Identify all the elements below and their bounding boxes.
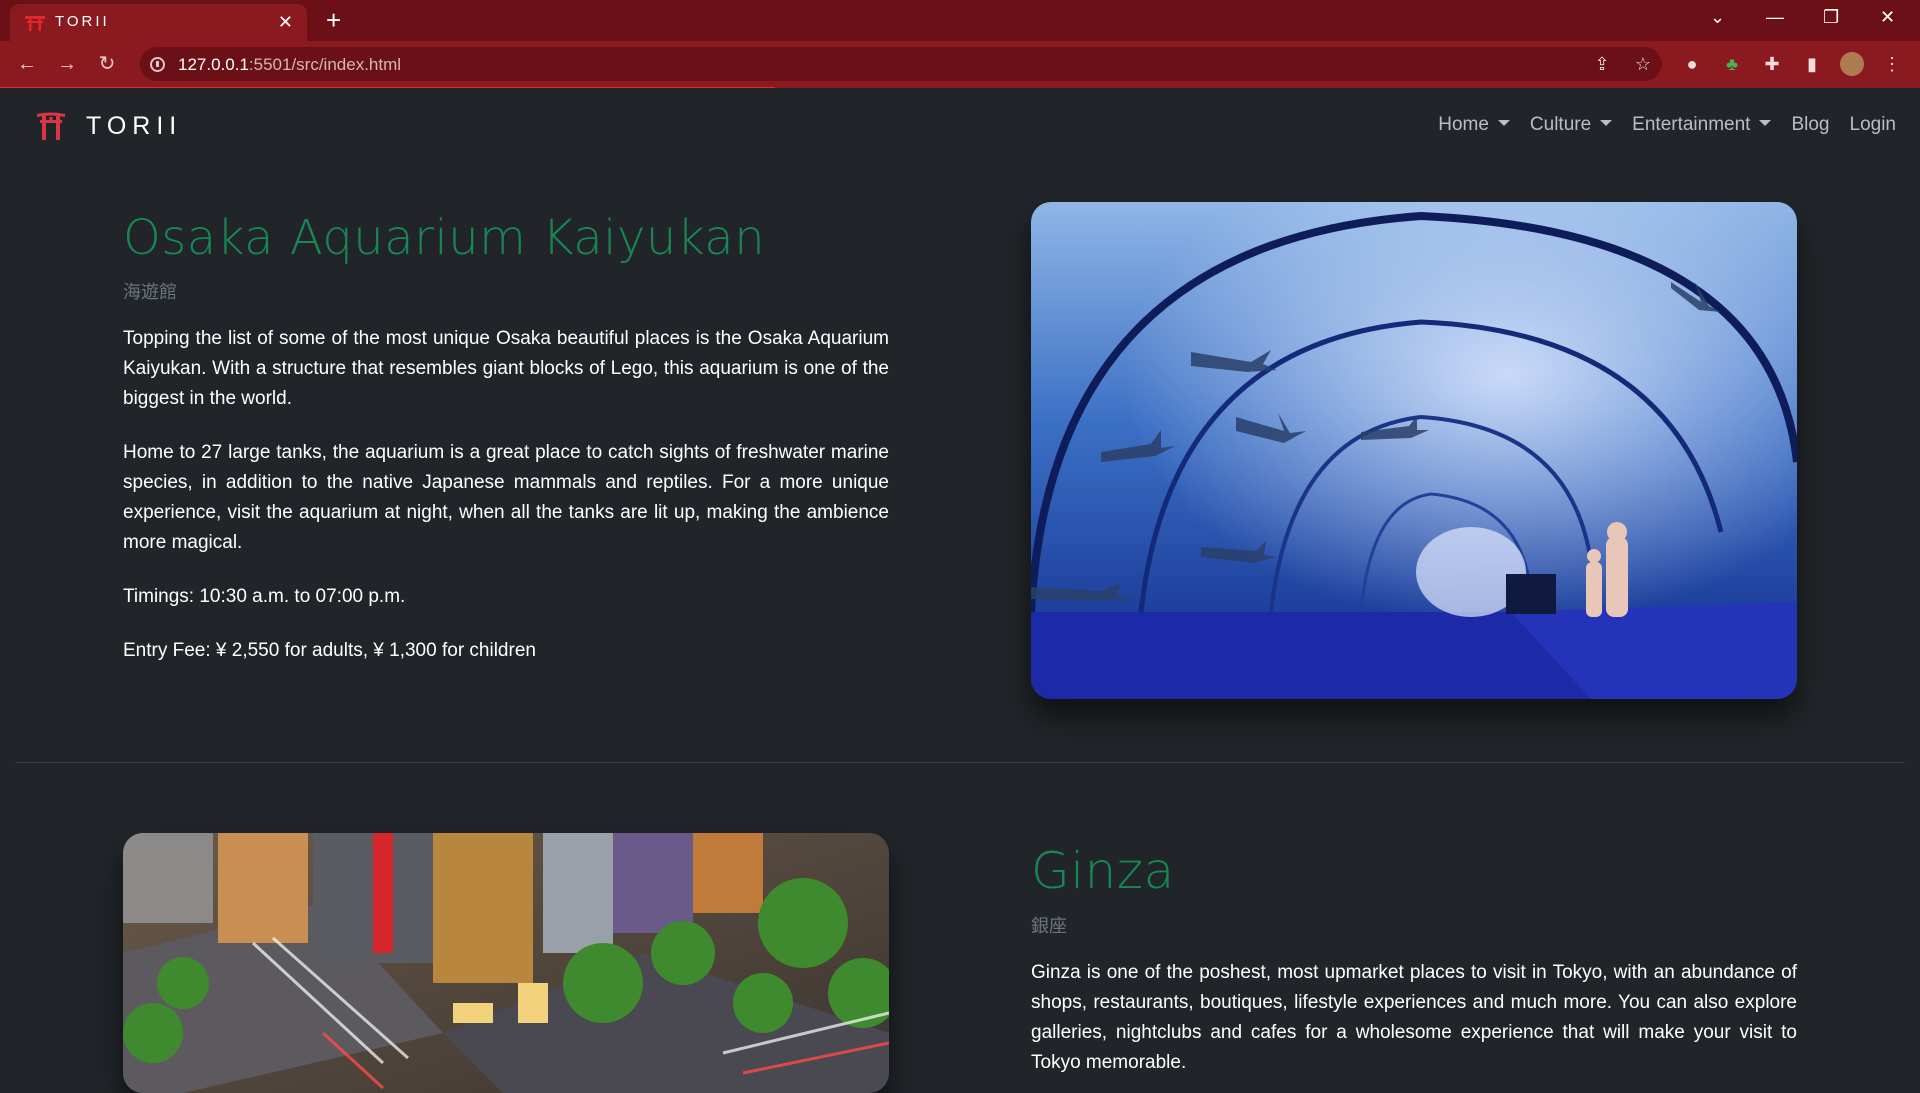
nav-links: Home Culture Entertainment Blog Login xyxy=(1418,114,1896,136)
extensions-puzzle-icon[interactable]: ✚ xyxy=(1760,52,1784,76)
browser-toolbar: ← → ↻ 127.0.0.1:5501/src/index.html ⇪ ☆ … xyxy=(0,41,1920,88)
minimize-icon[interactable]: — xyxy=(1766,7,1784,28)
section-title: Ginza xyxy=(1031,842,1175,900)
side-panel-icon[interactable]: ▮ xyxy=(1800,52,1824,76)
share-icon[interactable]: ⇪ xyxy=(1590,52,1614,76)
section-paragraph: Home to 27 large tanks, the aquarium is … xyxy=(123,442,889,553)
nav-culture-dropdown[interactable]: Culture xyxy=(1530,114,1613,136)
restore-icon[interactable]: ❐ xyxy=(1823,7,1839,28)
nav-entertainment-dropdown[interactable]: Entertainment xyxy=(1632,114,1772,136)
caret-down-icon xyxy=(1497,119,1510,126)
site-info-icon[interactable] xyxy=(150,57,165,72)
ginza-street-image xyxy=(123,833,889,1093)
torii-gate-icon[interactable] xyxy=(36,110,66,140)
nav-blog-link[interactable]: Blog xyxy=(1791,114,1829,136)
section-paragraph: Topping the list of some of the most uni… xyxy=(123,328,889,409)
back-icon[interactable]: ← xyxy=(15,52,39,76)
extension-icon[interactable]: ● xyxy=(1680,52,1704,76)
tab-close-icon[interactable]: ✕ xyxy=(278,12,293,33)
brand-name[interactable]: TORII xyxy=(86,112,182,141)
aquarium-section-text: Osaka Aquarium Kaiyukan 海遊館 Topping the … xyxy=(123,210,889,666)
section-title: Osaka Aquarium Kaiyukan xyxy=(123,210,766,266)
extension-tree-icon[interactable]: ♣ xyxy=(1720,52,1744,76)
section-paragraph: Ginza is one of the poshest, most upmark… xyxy=(1031,962,1797,1073)
torii-favicon-icon xyxy=(25,16,45,31)
new-tab-icon[interactable]: + xyxy=(326,5,341,36)
site-navbar: TORII Home Culture Entertainment Blog Lo… xyxy=(0,88,1920,162)
forward-icon[interactable]: → xyxy=(55,52,79,76)
url-text[interactable]: 127.0.0.1:5501/src/index.html xyxy=(178,55,401,75)
browser-tab[interactable]: TORII ✕ xyxy=(10,4,307,41)
caret-down-icon xyxy=(1759,119,1772,126)
caret-down-icon xyxy=(1600,119,1613,126)
ginza-section-text: Ginza 銀座 Ginza is one of the poshest, mo… xyxy=(1031,842,1797,1078)
browser-tab-strip: TORII ✕ + ⌄ — ❐ ✕ xyxy=(0,0,1920,41)
close-window-icon[interactable]: ✕ xyxy=(1880,7,1895,28)
profile-avatar-icon[interactable] xyxy=(1840,52,1864,76)
section-divider xyxy=(15,762,1905,763)
entry-fee-text: Entry Fee: ¥ 2,550 for adults, ¥ 1,300 f… xyxy=(123,640,536,661)
bookmark-star-icon[interactable]: ☆ xyxy=(1631,52,1655,76)
timings-text: Timings: 10:30 a.m. to 07:00 p.m. xyxy=(123,586,406,607)
aquarium-tunnel-image xyxy=(1031,202,1797,699)
nav-login-link[interactable]: Login xyxy=(1850,114,1897,136)
nav-home-dropdown[interactable]: Home xyxy=(1438,114,1510,136)
reload-icon[interactable]: ↻ xyxy=(95,52,119,76)
section-subtitle: 海遊館 xyxy=(123,282,177,302)
menu-kebab-icon[interactable]: ⋮ xyxy=(1880,52,1904,76)
tab-search-chevron-icon[interactable]: ⌄ xyxy=(1710,7,1725,28)
tab-title: TORII xyxy=(55,13,110,30)
section-subtitle: 銀座 xyxy=(1031,916,1067,936)
